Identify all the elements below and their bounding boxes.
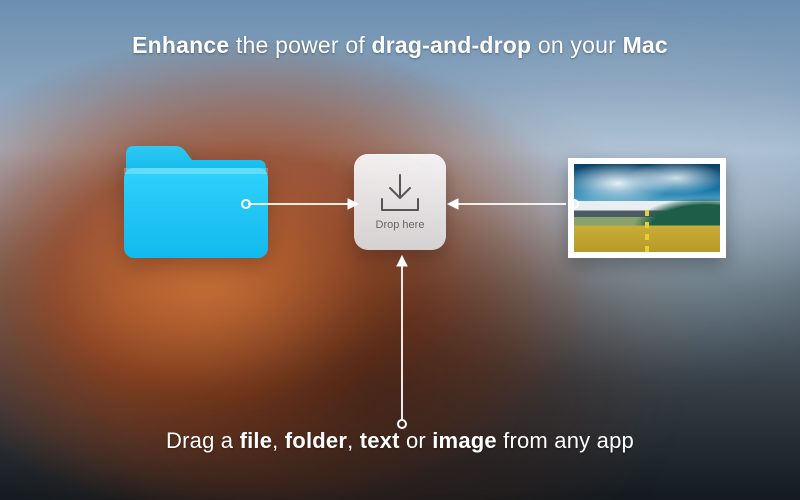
foot-sep2: , [347, 428, 360, 453]
foot-tail: from any app [497, 428, 634, 453]
headline-word-enhance: Enhance [132, 32, 229, 58]
arrow-from-folder [240, 196, 360, 212]
foot-word-folder: folder [285, 428, 347, 453]
foot-sep3: or [400, 428, 433, 453]
foot-word-text: text [360, 428, 400, 453]
drop-target[interactable]: Drop here [354, 154, 446, 250]
image-thumbnail[interactable] [568, 158, 726, 258]
foot-word-file: file [240, 428, 273, 453]
anchor-dot-folder [241, 199, 251, 209]
download-tray-icon [377, 173, 423, 213]
arrow-from-text [394, 252, 410, 428]
headline-text-2: on your [531, 32, 622, 58]
drop-label: Drop here [376, 219, 425, 231]
headline-text: the power of [229, 32, 371, 58]
anchor-dot-image [569, 199, 579, 209]
headline: Enhance the power of drag-and-drop on yo… [0, 32, 800, 59]
foot-word-image: image [432, 428, 497, 453]
headline-word-mac: Mac [623, 32, 668, 58]
promo-stage: Enhance the power of drag-and-drop on yo… [0, 0, 800, 500]
headline-word-dragdrop: drag-and-drop [372, 32, 532, 58]
arrow-from-image [444, 196, 574, 212]
landscape-photo [574, 164, 720, 252]
foot-text: Drag a [166, 428, 240, 453]
footline: Drag a file, folder, text or image from … [0, 428, 800, 454]
foot-sep1: , [272, 428, 285, 453]
